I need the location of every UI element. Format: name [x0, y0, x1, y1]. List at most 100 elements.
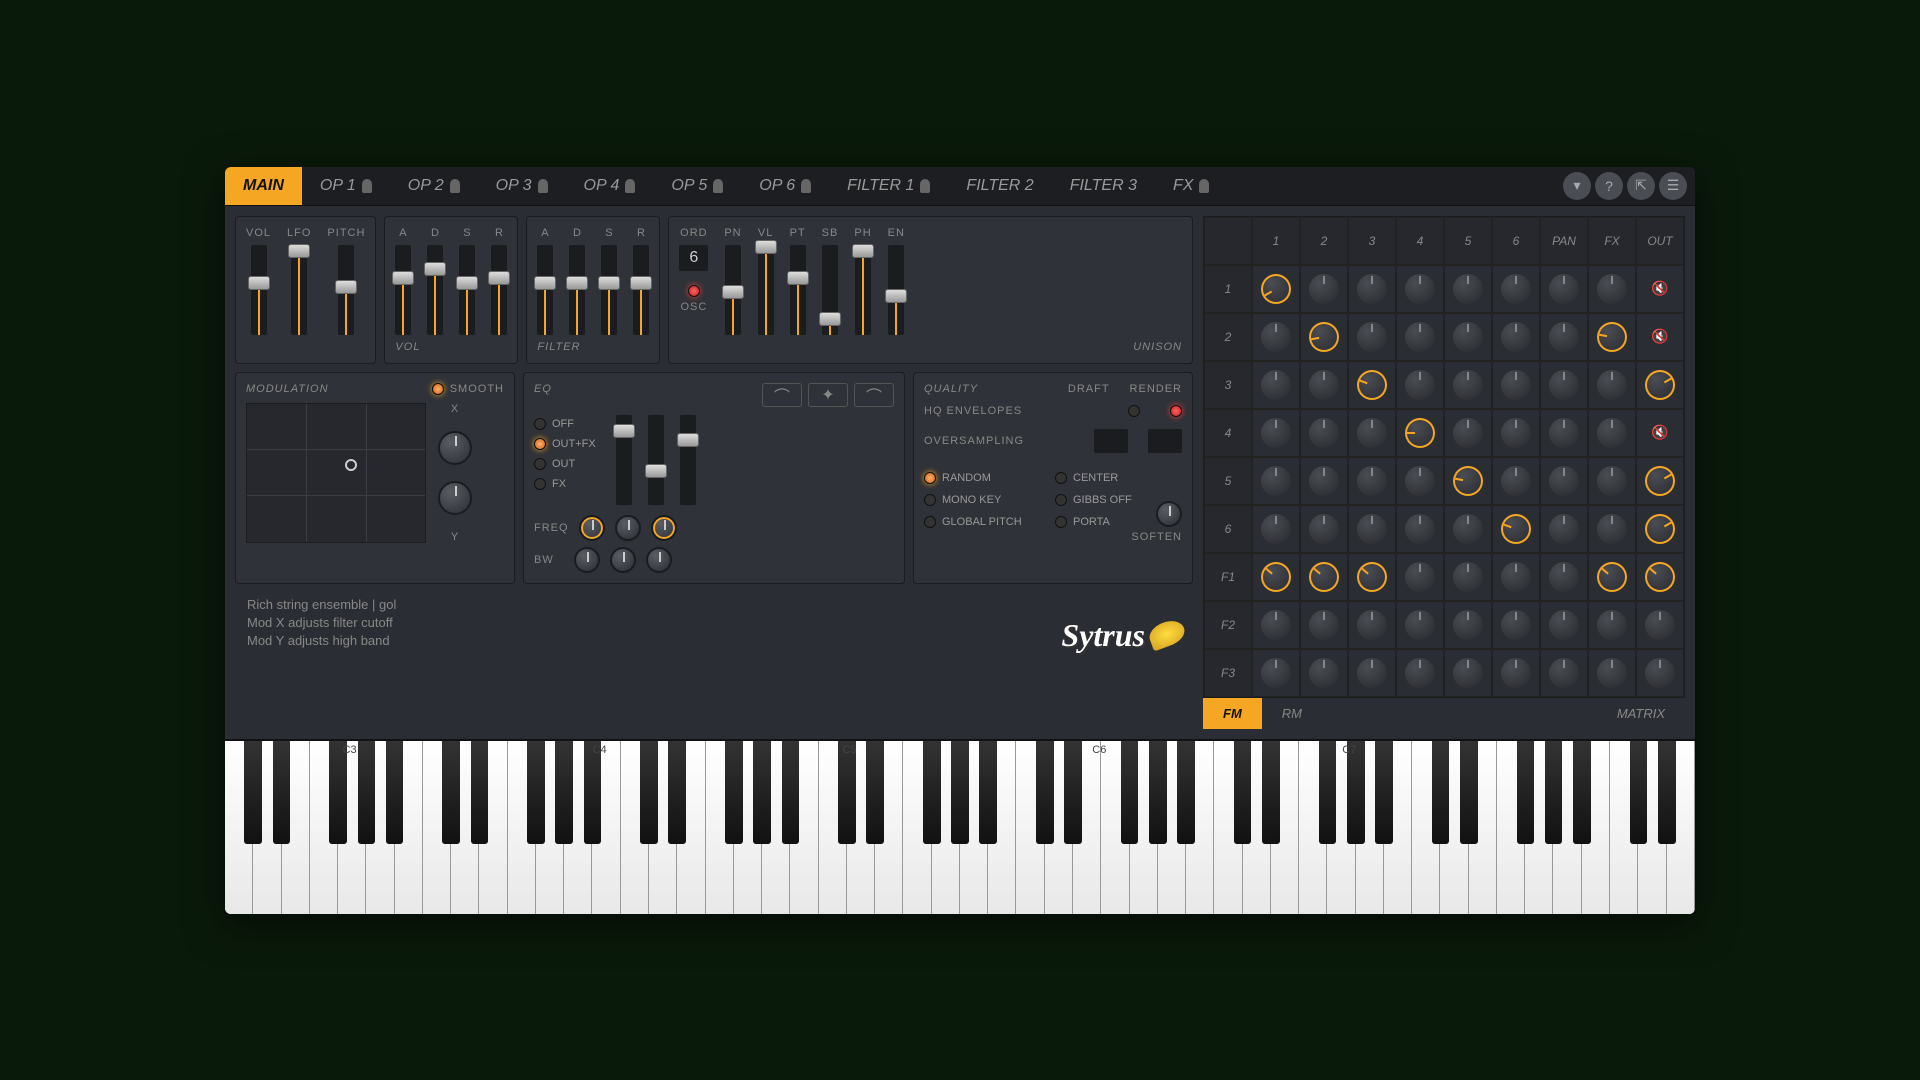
- matrix-knob-6-5[interactable]: .mknob::after{transform:translateX(-50%)…: [1453, 514, 1483, 544]
- matrix-knob-1-FX[interactable]: .mknob::after{transform:translateX(-50%)…: [1597, 274, 1627, 304]
- porta-led[interactable]: [1055, 516, 1067, 528]
- black-key[interactable]: [640, 741, 658, 845]
- freq-knob-3[interactable]: [651, 515, 677, 541]
- eq-fx-radio[interactable]: [534, 478, 546, 490]
- matrix-knob-3-1[interactable]: .mknob::after{transform:translateX(-50%)…: [1261, 370, 1291, 400]
- black-key[interactable]: [1234, 741, 1252, 845]
- d-slider[interactable]: [569, 245, 585, 335]
- d-slider[interactable]: [427, 245, 443, 335]
- mute-icon[interactable]: 🔇: [1651, 328, 1668, 345]
- black-key[interactable]: [1375, 741, 1393, 845]
- matrix-knob-F3-6[interactable]: .mknob::after{transform:translateX(-50%)…: [1501, 658, 1531, 688]
- black-key[interactable]: [527, 741, 545, 845]
- matrix-knob-6-1[interactable]: .mknob::after{transform:translateX(-50%)…: [1261, 514, 1291, 544]
- matrix-knob-5-OUT[interactable]: .mknob::after{transform:translateX(-50%)…: [1645, 466, 1675, 496]
- matrix-knob-6-OUT[interactable]: .mknob::after{transform:translateX(-50%)…: [1645, 514, 1675, 544]
- black-key[interactable]: [442, 741, 460, 845]
- matrix-knob-F2-1[interactable]: .mknob::after{transform:translateX(-50%)…: [1261, 610, 1291, 640]
- matrix-knob-F2-OUT[interactable]: .mknob::after{transform:translateX(-50%)…: [1645, 610, 1675, 640]
- matrix-knob-6-4[interactable]: .mknob::after{transform:translateX(-50%)…: [1405, 514, 1435, 544]
- matrix-knob-F3-FX[interactable]: .mknob::after{transform:translateX(-50%)…: [1597, 658, 1627, 688]
- tab-op5[interactable]: OP 5: [653, 167, 741, 205]
- black-key[interactable]: [1262, 741, 1280, 845]
- xy-pad[interactable]: [246, 403, 426, 543]
- matrix-knob-6-PAN[interactable]: .mknob::after{transform:translateX(-50%)…: [1549, 514, 1579, 544]
- mute-icon[interactable]: 🔇: [1651, 424, 1668, 441]
- matrix-knob-1-4[interactable]: .mknob::after{transform:translateX(-50%)…: [1405, 274, 1435, 304]
- ph-slider[interactable]: [855, 245, 871, 335]
- lfo-slider[interactable]: [291, 245, 307, 335]
- r-slider[interactable]: [491, 245, 507, 335]
- matrix-knob-5-5[interactable]: .mknob::after{transform:translateX(-50%)…: [1453, 466, 1483, 496]
- matrix-knob-5-6[interactable]: .mknob::after{transform:translateX(-50%)…: [1501, 466, 1531, 496]
- matrix-knob-F1-6[interactable]: .mknob::after{transform:translateX(-50%)…: [1501, 562, 1531, 592]
- matrix-knob-3-6[interactable]: .mknob::after{transform:translateX(-50%)…: [1501, 370, 1531, 400]
- matrix-knob-F2-PAN[interactable]: .mknob::after{transform:translateX(-50%)…: [1549, 610, 1579, 640]
- black-key[interactable]: [753, 741, 771, 845]
- gibbs-led[interactable]: [1055, 494, 1067, 506]
- black-key[interactable]: [1036, 741, 1054, 845]
- matrix-knob-F1-3[interactable]: .mknob::after{transform:translateX(-50%)…: [1357, 562, 1387, 592]
- black-key[interactable]: [668, 741, 686, 845]
- black-key[interactable]: [1347, 741, 1365, 845]
- matrix-knob-2-2[interactable]: .mknob::after{transform:translateX(-50%)…: [1309, 322, 1339, 352]
- mute-icon[interactable]: 🔇: [1651, 280, 1668, 297]
- black-key[interactable]: [1432, 741, 1450, 845]
- os-render-box[interactable]: [1148, 429, 1182, 453]
- black-key[interactable]: [923, 741, 941, 845]
- black-key[interactable]: [782, 741, 800, 845]
- black-key[interactable]: [555, 741, 573, 845]
- unison-ord[interactable]: 6: [679, 245, 708, 271]
- s-slider[interactable]: [601, 245, 617, 335]
- matrix-knob-1-3[interactable]: .mknob::after{transform:translateX(-50%)…: [1357, 274, 1387, 304]
- mod-y-knob[interactable]: [438, 481, 472, 515]
- matrix-knob-3-3[interactable]: .mknob::after{transform:translateX(-50%)…: [1357, 370, 1387, 400]
- matrix-knob-3-5[interactable]: .mknob::after{transform:translateX(-50%)…: [1453, 370, 1483, 400]
- matrix-knob-5-1[interactable]: .mknob::after{transform:translateX(-50%)…: [1261, 466, 1291, 496]
- black-key[interactable]: [1545, 741, 1563, 845]
- matrix-knob-F2-2[interactable]: .mknob::after{transform:translateX(-50%)…: [1309, 610, 1339, 640]
- matrix-knob-F2-3[interactable]: .mknob::after{transform:translateX(-50%)…: [1357, 610, 1387, 640]
- tab-op2[interactable]: OP 2: [390, 167, 478, 205]
- eq-off-radio[interactable]: [534, 418, 546, 430]
- matrix-knob-F3-2[interactable]: .mknob::after{transform:translateX(-50%)…: [1309, 658, 1339, 688]
- matrix-knob-4-6[interactable]: .mknob::after{transform:translateX(-50%)…: [1501, 418, 1531, 448]
- tab-filter2[interactable]: FILTER 2: [948, 167, 1051, 205]
- matrix-knob-4-4[interactable]: .mknob::after{transform:translateX(-50%)…: [1405, 418, 1435, 448]
- matrix-knob-2-1[interactable]: .mknob::after{transform:translateX(-50%)…: [1261, 322, 1291, 352]
- center-led[interactable]: [1055, 472, 1067, 484]
- matrix-knob-3-2[interactable]: .mknob::after{transform:translateX(-50%)…: [1309, 370, 1339, 400]
- matrix-knob-3-FX[interactable]: .mknob::after{transform:translateX(-50%)…: [1597, 370, 1627, 400]
- black-key[interactable]: [1630, 741, 1648, 845]
- help-icon[interactable]: ?: [1595, 172, 1623, 200]
- matrix-knob-5-FX[interactable]: .mknob::after{transform:translateX(-50%)…: [1597, 466, 1627, 496]
- matrix-knob-2-FX[interactable]: .mknob::after{transform:translateX(-50%)…: [1597, 322, 1627, 352]
- matrix-knob-F3-4[interactable]: .mknob::after{transform:translateX(-50%)…: [1405, 658, 1435, 688]
- matrix-knob-2-5[interactable]: .mknob::after{transform:translateX(-50%)…: [1453, 322, 1483, 352]
- mod-x-knob[interactable]: [438, 431, 472, 465]
- matrix-knob-1-6[interactable]: .mknob::after{transform:translateX(-50%)…: [1501, 274, 1531, 304]
- hq-draft-led[interactable]: [1128, 405, 1140, 417]
- matrix-knob-F1-PAN[interactable]: .mknob::after{transform:translateX(-50%)…: [1549, 562, 1579, 592]
- freq-knob-2[interactable]: [615, 515, 641, 541]
- matrix-knob-5-3[interactable]: .mknob::after{transform:translateX(-50%)…: [1357, 466, 1387, 496]
- matrix-knob-4-FX[interactable]: .mknob::after{transform:translateX(-50%)…: [1597, 418, 1627, 448]
- eq-highshelf-icon[interactable]: ⌒: [854, 383, 894, 407]
- matrix-knob-5-2[interactable]: .mknob::after{transform:translateX(-50%)…: [1309, 466, 1339, 496]
- matrix-knob-1-PAN[interactable]: .mknob::after{transform:translateX(-50%)…: [1549, 274, 1579, 304]
- matrix-rm-tab[interactable]: RM: [1262, 698, 1322, 729]
- matrix-knob-F1-4[interactable]: .mknob::after{transform:translateX(-50%)…: [1405, 562, 1435, 592]
- black-key[interactable]: [584, 741, 602, 845]
- eq-band2-slider[interactable]: [648, 415, 664, 505]
- eq-out-radio[interactable]: [534, 458, 546, 470]
- matrix-knob-4-3[interactable]: .mknob::after{transform:translateX(-50%)…: [1357, 418, 1387, 448]
- black-key[interactable]: [1573, 741, 1591, 845]
- matrix-knob-4-1[interactable]: .mknob::after{transform:translateX(-50%)…: [1261, 418, 1291, 448]
- matrix-knob-6-3[interactable]: .mknob::after{transform:translateX(-50%)…: [1357, 514, 1387, 544]
- black-key[interactable]: [951, 741, 969, 845]
- sb-slider[interactable]: [822, 245, 838, 335]
- matrix-knob-F3-3[interactable]: .mknob::after{transform:translateX(-50%)…: [1357, 658, 1387, 688]
- smooth-led[interactable]: [432, 383, 444, 395]
- eq-band3-slider[interactable]: [680, 415, 696, 505]
- black-key[interactable]: [1064, 741, 1082, 845]
